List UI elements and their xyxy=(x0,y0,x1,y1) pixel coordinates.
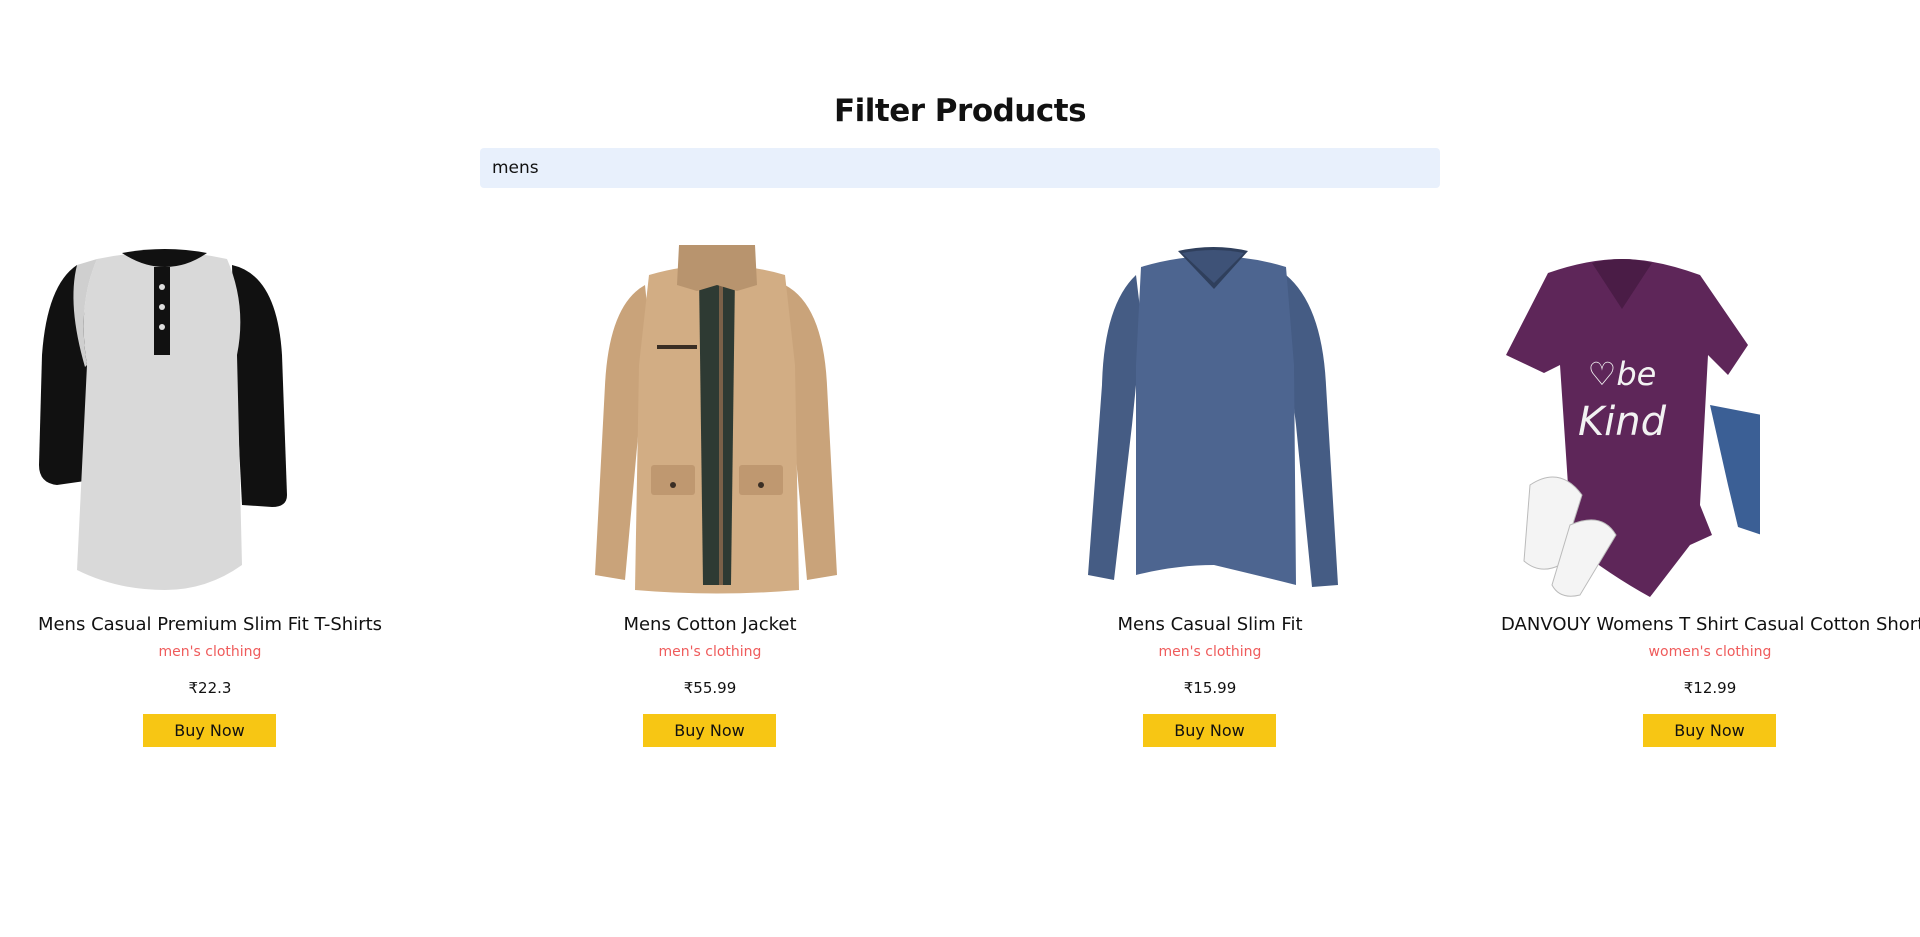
product-title[interactable]: DANVOUY Womens T Shirt Casual Cotton Sho… xyxy=(1501,614,1920,635)
product-card: ♡be Kind DANVOUY Womens T Shirt Casual C… xyxy=(1500,245,1920,755)
product-title[interactable]: Mens Cotton Jacket xyxy=(500,614,920,635)
page: Filter Products mens Mens Casual Premium… xyxy=(0,0,1920,937)
buy-now-button[interactable]: Buy Now xyxy=(1643,714,1776,747)
buy-now-button[interactable]: Buy Now xyxy=(1143,714,1276,747)
product-card: Mens Cotton Jacket men's clothing ₹55.99… xyxy=(500,245,920,755)
product-price: ₹22.3 xyxy=(188,679,232,697)
product-image[interactable] xyxy=(37,245,297,600)
long-sleeve-image xyxy=(1088,247,1338,587)
product-image[interactable] xyxy=(587,245,847,600)
jacket-image xyxy=(595,245,837,594)
shirt-print: ♡be xyxy=(1588,355,1657,393)
product-category: men's clothing xyxy=(1158,644,1262,660)
product-price: ₹12.99 xyxy=(1683,679,1737,697)
page-title: Filter Products xyxy=(833,93,1087,129)
product-category: women's clothing xyxy=(1648,644,1772,660)
product-category: men's clothing xyxy=(658,644,762,660)
product-category: men's clothing xyxy=(158,644,262,660)
search-input[interactable] xyxy=(480,148,1440,188)
product-price: ₹55.99 xyxy=(683,679,737,697)
product-title[interactable]: Mens Casual Slim Fit xyxy=(1000,614,1420,635)
be-kind-tshirt-image: ♡be Kind xyxy=(1506,259,1760,597)
buy-now-button[interactable]: Buy Now xyxy=(143,714,276,747)
product-title[interactable]: Mens Casual Premium Slim Fit T-Shirts xyxy=(0,614,420,635)
svg-text:Kind: Kind xyxy=(1578,399,1667,445)
product-image[interactable] xyxy=(1086,245,1346,600)
product-grid: Mens Casual Premium Slim Fit T-Shirts me… xyxy=(0,245,1920,765)
buy-now-button[interactable]: Buy Now xyxy=(643,714,776,747)
product-card: Mens Casual Premium Slim Fit T-Shirts me… xyxy=(0,245,420,755)
raglan-tshirt-image xyxy=(39,249,287,590)
product-card: Mens Casual Slim Fit men's clothing ₹15.… xyxy=(1000,245,1420,755)
product-price: ₹15.99 xyxy=(1183,679,1237,697)
product-image[interactable]: ♡be Kind xyxy=(1500,245,1760,600)
